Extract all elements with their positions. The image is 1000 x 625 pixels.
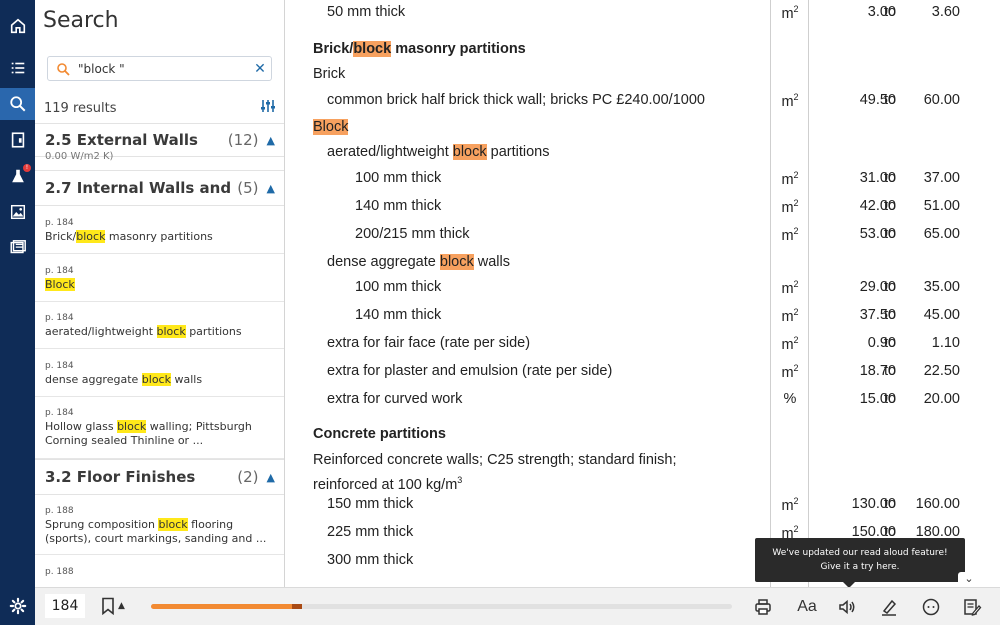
search-input[interactable]: "block " ✕ (47, 56, 272, 81)
group-title: 2.5 External Walls (45, 131, 198, 149)
result-text: aerated/lightweight block partitions (45, 325, 242, 338)
flask-icon[interactable]: ! (0, 160, 35, 192)
result-text: Sprung composition block flooring (sport… (45, 518, 267, 545)
result-text: Brick/block masonry partitions (45, 230, 213, 243)
column-divider (770, 0, 771, 587)
result-page: p. 184 (45, 218, 74, 228)
highlighter-icon[interactable] (877, 596, 901, 618)
result-page: p. 184 (45, 313, 74, 323)
bookmark-icon (102, 597, 114, 615)
font-size-icon[interactable]: Aa (795, 596, 819, 618)
notes-icon[interactable] (0, 232, 35, 264)
search-result[interactable]: p. 184 Block (35, 254, 284, 302)
result-group-header[interactable]: 3.2 Floor Finishes (2) ▲ (35, 459, 284, 495)
result-page: p. 184 (45, 408, 74, 418)
result-text: Hollow glass block walling; Pittsburgh C… (45, 420, 252, 447)
panel-title: Search (43, 8, 119, 33)
search-result[interactable]: p. 184 aerated/lightweight block partiti… (35, 302, 284, 349)
search-query[interactable]: "block " (78, 62, 249, 76)
read-aloud-tooltip[interactable]: We've updated our read aloud feature! Gi… (755, 538, 965, 582)
search-result[interactable]: p. 184 dense aggregate block walls (35, 349, 284, 397)
search-result[interactable]: p. 184 Hollow glass block walling; Pitts… (35, 397, 284, 459)
chevron-up-icon: ▲ (118, 601, 125, 611)
group-count: (5) (237, 179, 259, 197)
result-page: p. 188 (45, 506, 74, 516)
search-panel: Search "block " ✕ 119 results 2.5 Extern… (35, 0, 285, 587)
tooltip-line: We've updated our read aloud feature! (772, 548, 948, 558)
image-icon[interactable] (0, 196, 35, 228)
chevron-up-icon[interactable]: ▲ (267, 134, 275, 147)
font-size-label: Aa (797, 598, 817, 615)
search-icon (57, 62, 70, 76)
results-count: 119 results (44, 100, 117, 116)
result-text: dense aggregate block walls (45, 373, 203, 386)
bottom-toolbar: 184 ▲ Aa (35, 587, 1000, 625)
reading-progress-bar[interactable] (151, 604, 732, 609)
print-icon[interactable] (751, 596, 775, 618)
progress-marker (292, 604, 303, 609)
read-aloud-icon[interactable] (835, 596, 859, 618)
feedback-icon[interactable] (919, 596, 943, 618)
search-icon[interactable] (0, 88, 35, 120)
result-page: p. 184 (45, 266, 74, 276)
notification-badge: ! (23, 164, 31, 172)
bookmark-book-icon[interactable] (0, 124, 35, 156)
progress-fill (151, 604, 303, 609)
chevron-down-icon[interactable]: ⌄ (958, 572, 980, 586)
filter-icon[interactable] (260, 98, 276, 118)
page-number-input[interactable]: 184 (45, 594, 85, 618)
book-content: 50 mm thick m2 3.00 to 3.60 Brick/block ma… (286, 0, 1000, 587)
result-page: p. 184 (45, 361, 74, 371)
notes-edit-icon[interactable] (960, 596, 984, 618)
group-title: 2.7 Internal Walls and Par... (45, 179, 237, 197)
tooltip-line: Give it a try here. (820, 562, 900, 572)
clear-search-icon[interactable]: ✕ (249, 61, 271, 77)
search-result[interactable]: p. 188 (35, 555, 284, 587)
result-text: Block (45, 278, 75, 291)
settings-gear-icon[interactable] (0, 587, 35, 625)
search-result[interactable]: p. 188 Sprung composition block flooring… (35, 495, 284, 555)
chevron-up-icon[interactable]: ▲ (267, 471, 275, 484)
group-title: 3.2 Floor Finishes (45, 468, 196, 486)
group-count: (2) (237, 468, 259, 486)
contents-list-icon[interactable] (0, 52, 35, 84)
bookmark-button[interactable]: ▲ (101, 597, 125, 615)
home-icon[interactable] (0, 10, 35, 42)
search-result[interactable]: p. 184 Brick/block masonry partitions (35, 207, 284, 254)
result-page: p. 188 (45, 567, 74, 577)
group-count: (12) (227, 131, 259, 149)
results-summary: 119 results (44, 97, 276, 119)
result-group-header[interactable]: 2.7 Internal Walls and Par... (5) ▲ (35, 170, 284, 206)
chevron-up-icon[interactable]: ▲ (267, 182, 275, 195)
clipped-result-text: 0.00 W/m2 K) (45, 151, 114, 161)
navigation-rail: ! (0, 0, 35, 625)
